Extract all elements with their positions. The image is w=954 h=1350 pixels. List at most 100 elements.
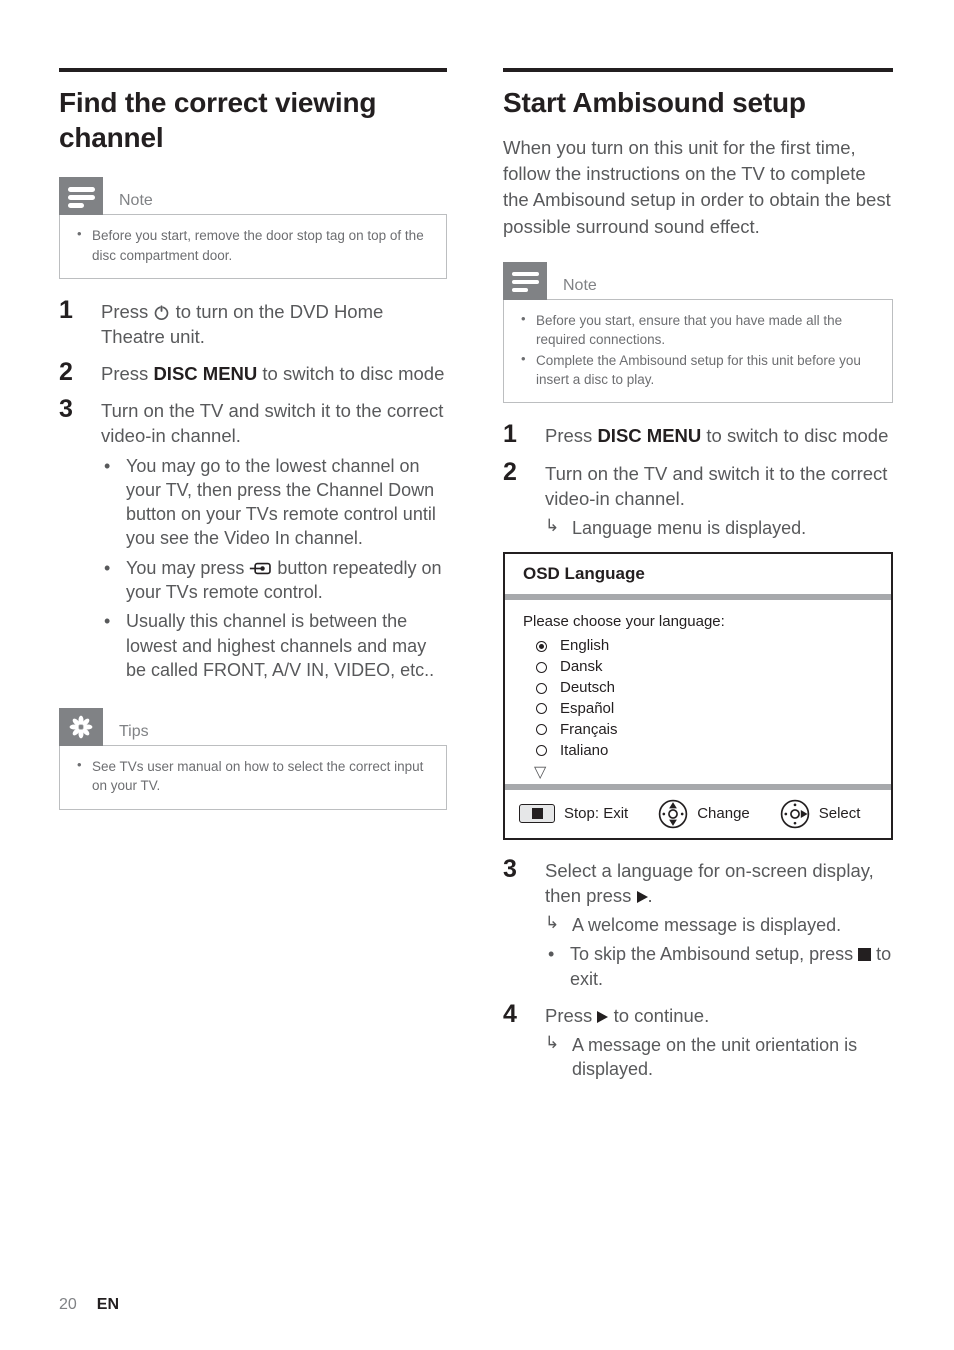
note-callout-header-left: Note bbox=[59, 177, 447, 216]
tips-badge bbox=[59, 708, 103, 747]
result-arrow-icon: ↳ bbox=[545, 913, 560, 933]
substeps-list: ↳ A welcome message is displayed. • To s… bbox=[545, 913, 893, 991]
step-number: 1 bbox=[503, 420, 517, 449]
substep-text: Language menu is displayed. bbox=[572, 517, 807, 538]
substep-text-pre: You may press bbox=[126, 557, 250, 578]
note-title-right: Note bbox=[563, 276, 597, 294]
radio-icon[interactable] bbox=[536, 703, 547, 715]
osd-option-label: Español bbox=[560, 699, 615, 717]
osd-language-dialog: OSD Language Please choose your language… bbox=[503, 552, 893, 840]
osd-option-dansk[interactable]: Dansk bbox=[523, 657, 873, 677]
radio-selected-icon[interactable] bbox=[536, 640, 547, 652]
step-text-post: to continue. bbox=[608, 1005, 710, 1026]
step-item: 3 Turn on the TV and switch it to the co… bbox=[59, 395, 447, 683]
step-text: Turn on the TV and switch it to the corr… bbox=[545, 462, 888, 509]
osd-stop-exit-action[interactable]: Stop: Exit bbox=[519, 804, 628, 824]
page-footer: 20 EN bbox=[59, 1296, 119, 1314]
left-column: Find the correct viewing channel Note Be… bbox=[59, 68, 447, 810]
substep-text: You may go to the lowest channel on your… bbox=[126, 455, 436, 549]
radio-icon[interactable] bbox=[536, 682, 547, 694]
osd-action-label: Change bbox=[697, 805, 750, 823]
note-item: Before you start, ensure that you have m… bbox=[518, 310, 878, 349]
substeps-list: ↳ A message on the unit orientation is d… bbox=[545, 1033, 893, 1082]
note-lines-icon bbox=[68, 187, 95, 208]
substep-item: ↳ A message on the unit orientation is d… bbox=[545, 1033, 893, 1082]
bullet-icon: • bbox=[104, 557, 111, 578]
step-number: 3 bbox=[59, 395, 73, 424]
tips-callout: Tips See TVs user manual on how to selec… bbox=[59, 708, 447, 810]
scroll-down-indicator-icon[interactable]: ▽ bbox=[523, 762, 873, 781]
radio-icon[interactable] bbox=[536, 661, 547, 673]
substep-text: A message on the unit orientation is dis… bbox=[572, 1035, 858, 1080]
note-callout-header-right: Note bbox=[503, 261, 893, 300]
radio-icon[interactable] bbox=[536, 724, 547, 736]
starburst-icon bbox=[69, 715, 93, 739]
nav-updown-icon[interactable] bbox=[658, 799, 688, 829]
osd-prompt-text: Please choose your language: bbox=[523, 613, 725, 631]
step-text-pre: Press bbox=[101, 363, 154, 385]
osd-option-italiano[interactable]: Italiano bbox=[523, 741, 873, 761]
radio-icon[interactable] bbox=[536, 745, 547, 757]
tips-title: Tips bbox=[119, 723, 149, 741]
osd-change-action[interactable]: Change bbox=[658, 799, 750, 829]
note-lines-icon bbox=[512, 271, 539, 293]
substep-item: • You may press button repeatedly on you… bbox=[101, 556, 447, 605]
disc-menu-keyword: DISC MENU bbox=[153, 363, 258, 385]
osd-dialog-body: Please choose your language: English Dan… bbox=[505, 600, 891, 784]
step-number: 2 bbox=[503, 457, 517, 486]
nav-right-icon[interactable] bbox=[780, 799, 810, 829]
note-body-left: Before you start, remove the door stop t… bbox=[59, 214, 447, 279]
note-badge-left bbox=[59, 177, 103, 216]
osd-option-francais[interactable]: Français bbox=[523, 720, 873, 740]
osd-action-label: Select bbox=[818, 805, 861, 823]
osd-option-espanol[interactable]: Español bbox=[523, 699, 873, 719]
note-item: Complete the Ambisound setup for this un… bbox=[518, 350, 878, 389]
step-text-pre: Press bbox=[545, 425, 598, 447]
step-item: 4 Press to continue. ↳ A message on the … bbox=[503, 1000, 893, 1082]
step-number: 4 bbox=[503, 1000, 517, 1028]
osd-option-label: Français bbox=[560, 720, 618, 738]
bullet-icon: • bbox=[548, 944, 555, 965]
language-code: EN bbox=[96, 1296, 120, 1313]
substep-item: • Usually this channel is between the lo… bbox=[101, 609, 447, 682]
play-right-icon bbox=[597, 1011, 609, 1023]
manual-page: Find the correct viewing channel Note Be… bbox=[0, 0, 954, 1350]
tips-callout-header: Tips bbox=[59, 708, 447, 747]
substep-text: Usually this channel is between the lowe… bbox=[126, 611, 435, 680]
osd-option-label: Deutsch bbox=[560, 679, 616, 697]
tips-body: See TVs user manual on how to select the… bbox=[59, 745, 447, 810]
note-item: Before you start, remove the door stop t… bbox=[74, 225, 432, 264]
step-item: 3 Select a language for on-screen displa… bbox=[503, 855, 893, 991]
substep-item: ↳ A welcome message is displayed. bbox=[545, 913, 893, 937]
step-item: 1 Press DISC MENU to switch to disc mode bbox=[503, 420, 893, 448]
osd-option-deutsch[interactable]: Deutsch bbox=[523, 678, 873, 698]
step-item: 2 Turn on the TV and switch it to the co… bbox=[503, 458, 893, 541]
steps-list-left: 1 Press to turn on the DVD Home Theatre … bbox=[59, 296, 447, 683]
result-arrow-icon: ↳ bbox=[545, 1033, 560, 1053]
substeps-list: • You may go to the lowest channel on yo… bbox=[101, 454, 447, 683]
stop-button-icon[interactable] bbox=[519, 804, 555, 824]
steps-list-right: 1 Press DISC MENU to switch to disc mode… bbox=[503, 420, 893, 541]
osd-language-options[interactable]: English Dansk Deutsch Español Français I… bbox=[523, 636, 873, 761]
step-text: Turn on the TV and switch it to the corr… bbox=[101, 400, 444, 447]
right-column: Start Ambisound setup When you turn on t… bbox=[503, 68, 893, 1094]
note-callout-left: Note Before you start, remove the door s… bbox=[59, 177, 447, 279]
osd-select-action[interactable]: Select bbox=[780, 799, 861, 829]
step-text-post: to switch to disc mode bbox=[257, 363, 445, 385]
heading-rule-left bbox=[59, 68, 447, 72]
tips-item: See TVs user manual on how to select the… bbox=[74, 756, 432, 795]
substep-text: A welcome message is displayed. bbox=[572, 915, 842, 936]
step-number: 1 bbox=[59, 295, 73, 324]
osd-option-english[interactable]: English bbox=[523, 636, 873, 656]
step-text: Press to continue. bbox=[545, 1003, 893, 1028]
osd-dialog-footer: Stop: Exit Change Select bbox=[505, 783, 891, 838]
step-text-pre: Press bbox=[101, 300, 154, 322]
substep-item: • To skip the Ambisound setup, press to … bbox=[545, 942, 893, 991]
osd-option-label: Dansk bbox=[560, 658, 603, 676]
disc-menu-keyword: DISC MENU bbox=[597, 425, 702, 447]
step-text-post: . bbox=[647, 884, 653, 906]
osd-option-label: Italiano bbox=[560, 741, 609, 759]
bullet-icon: • bbox=[104, 455, 111, 476]
bullet-icon: • bbox=[104, 611, 111, 632]
substep-item: ↳ Language menu is displayed. bbox=[545, 516, 893, 540]
